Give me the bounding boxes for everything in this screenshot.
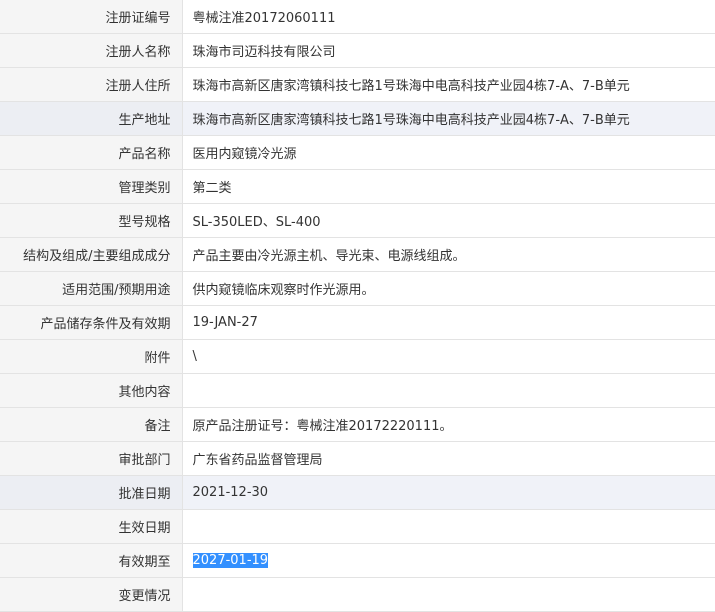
row-storage-validity: 产品储存条件及有效期 19-JAN-27 xyxy=(0,305,715,340)
field-value: 原产品注册证号：粤械注准20172220111。 xyxy=(182,407,715,442)
row-registrant-name: 注册人名称 珠海市司迈科技有限公司 xyxy=(0,33,715,68)
field-label: 适用范围/预期用途 xyxy=(0,271,183,306)
field-value: 珠海市高新区唐家湾镇科技七路1号珠海中电高科技产业园4栋7-A、7-B单元 xyxy=(182,67,715,102)
field-value: 2027-01-19 xyxy=(182,543,715,578)
field-label: 注册人名称 xyxy=(0,33,183,68)
row-intended-use: 适用范围/预期用途 供内窥镜临床观察时作光源用。 xyxy=(0,271,715,306)
field-value: 珠海市司迈科技有限公司 xyxy=(182,33,715,68)
field-label: 备注 xyxy=(0,407,183,442)
row-attachment: 附件 \ xyxy=(0,339,715,374)
field-value: 第二类 xyxy=(182,169,715,204)
row-structure-composition: 结构及组成/主要组成成分 产品主要由冷光源主机、导光束、电源线组成。 xyxy=(0,237,715,272)
field-label: 型号规格 xyxy=(0,203,183,238)
field-label: 生产地址 xyxy=(0,101,183,136)
row-production-address: 生产地址 珠海市高新区唐家湾镇科技七路1号珠海中电高科技产业园4栋7-A、7-B… xyxy=(0,101,715,136)
field-label: 附件 xyxy=(0,339,183,374)
field-value: 广东省药品监督管理局 xyxy=(182,441,715,476)
field-label: 审批部门 xyxy=(0,441,183,476)
field-label: 生效日期 xyxy=(0,509,183,544)
field-label: 产品名称 xyxy=(0,135,183,170)
field-value: SL-350LED、SL-400 xyxy=(182,203,715,238)
registration-detail-table: 注册证编号 粤械注准20172060111 注册人名称 珠海市司迈科技有限公司 … xyxy=(0,0,715,612)
row-product-name: 产品名称 医用内窥镜冷光源 xyxy=(0,135,715,170)
field-label: 管理类别 xyxy=(0,169,183,204)
selected-text[interactable]: 2027-01-19 xyxy=(192,552,269,568)
row-model-spec: 型号规格 SL-350LED、SL-400 xyxy=(0,203,715,238)
row-effective-date: 生效日期 xyxy=(0,509,715,544)
row-valid-until: 有效期至 2027-01-19 xyxy=(0,543,715,578)
row-approval-date: 批准日期 2021-12-30 xyxy=(0,475,715,510)
field-label: 注册证编号 xyxy=(0,0,183,34)
row-registration-number: 注册证编号 粤械注准20172060111 xyxy=(0,0,715,34)
field-value xyxy=(182,509,715,544)
field-value: 19-JAN-27 xyxy=(182,305,715,340)
field-value: 产品主要由冷光源主机、导光束、电源线组成。 xyxy=(182,237,715,272)
field-label: 有效期至 xyxy=(0,543,183,578)
field-value: 珠海市高新区唐家湾镇科技七路1号珠海中电高科技产业园4栋7-A、7-B单元 xyxy=(182,101,715,136)
field-value: 粤械注准20172060111 xyxy=(182,0,715,34)
field-label: 注册人住所 xyxy=(0,67,183,102)
row-registrant-address: 注册人住所 珠海市高新区唐家湾镇科技七路1号珠海中电高科技产业园4栋7-A、7-… xyxy=(0,67,715,102)
row-other-content: 其他内容 xyxy=(0,373,715,408)
row-management-category: 管理类别 第二类 xyxy=(0,169,715,204)
row-remarks: 备注 原产品注册证号：粤械注准20172220111。 xyxy=(0,407,715,442)
row-approval-department: 审批部门 广东省药品监督管理局 xyxy=(0,441,715,476)
field-value: 供内窥镜临床观察时作光源用。 xyxy=(182,271,715,306)
field-value: 2021-12-30 xyxy=(182,475,715,510)
row-change-history: 变更情况 xyxy=(0,577,715,612)
field-value: 医用内窥镜冷光源 xyxy=(182,135,715,170)
field-label: 产品储存条件及有效期 xyxy=(0,305,183,340)
field-label: 结构及组成/主要组成成分 xyxy=(0,237,183,272)
field-value xyxy=(182,373,715,408)
field-label: 变更情况 xyxy=(0,577,183,612)
field-label: 其他内容 xyxy=(0,373,183,408)
field-value: \ xyxy=(182,339,715,374)
field-label: 批准日期 xyxy=(0,475,183,510)
field-value xyxy=(182,577,715,612)
